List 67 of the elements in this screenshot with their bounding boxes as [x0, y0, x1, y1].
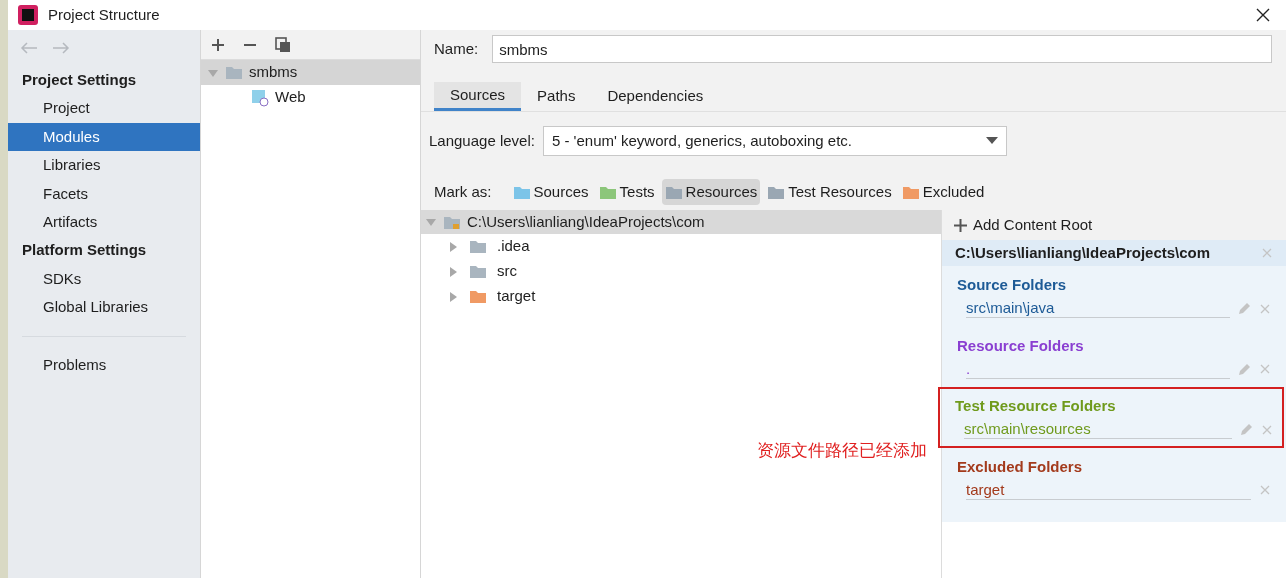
module-name: smbms	[249, 62, 298, 83]
folder-group-title: Resource Folders	[957, 335, 1085, 356]
copy-icon[interactable]	[275, 36, 291, 53]
sidebar-item[interactable]: SDKs	[8, 264, 200, 293]
root-row[interactable]: C:\Users\lianliang\IdeaProjects\com	[421, 210, 941, 234]
mark-as-button[interactable]: Test Resources	[764, 179, 895, 205]
remove-root-icon[interactable]	[1261, 247, 1273, 259]
facet-row[interactable]: Web	[201, 85, 420, 110]
expand-caret-icon[interactable]	[425, 216, 437, 228]
remove-folder-icon[interactable]	[1259, 484, 1271, 496]
root-folder-icon	[443, 214, 461, 230]
sidebar-item[interactable]: Project	[8, 94, 200, 123]
plus-icon	[954, 218, 967, 232]
folder-path: target	[966, 480, 1251, 500]
remove-folder-icon[interactable]	[1261, 423, 1273, 436]
folder-group-title: Source Folders	[957, 275, 1068, 295]
add-icon[interactable]	[211, 37, 225, 52]
mark-as-button[interactable]: Resources	[661, 179, 761, 205]
mark-as-label: Mark as:	[434, 181, 492, 202]
folder-group-title: Test Resource Folders	[955, 396, 1117, 416]
web-facet-icon	[251, 88, 269, 107]
app-logo-icon	[18, 5, 38, 25]
folder-group-title: Excluded Folders	[957, 456, 1084, 477]
remove-folder-icon[interactable]	[1259, 363, 1271, 375]
folder-name: target	[497, 286, 536, 307]
add-content-root-button[interactable]: Add Content Root	[942, 210, 1286, 240]
language-level-dropdown[interactable]: 5 - 'enum' keyword, generics, autoboxing etc.	[542, 126, 1007, 156]
pencil-icon[interactable]	[1240, 423, 1253, 436]
folder-path: src\main\java	[966, 299, 1230, 318]
folder-name: .idea	[497, 236, 530, 257]
mark-as-button[interactable]: Tests	[595, 179, 658, 205]
sidebar-item[interactable]: Facets	[8, 179, 200, 208]
tab[interactable]: Sources	[434, 82, 522, 111]
collapse-caret-icon[interactable]	[447, 265, 459, 278]
tab[interactable]: Paths	[521, 82, 592, 111]
folder-path: src\main\resources	[964, 420, 1232, 439]
annotation-text: 资源文件路径已经添加	[757, 440, 927, 462]
sidebar-item[interactable]: Libraries	[8, 151, 200, 180]
collapse-caret-icon[interactable]	[447, 240, 459, 253]
root-path: C:\Users\lianliang\IdeaProjects\com	[467, 211, 705, 232]
section-header: Platform Settings	[21, 240, 148, 261]
mark-as-button[interactable]: Sources	[509, 179, 592, 205]
facet-name: Web	[275, 87, 306, 108]
remove-folder-icon[interactable]	[1259, 302, 1271, 315]
content-root-path: C:\Users\lianliang\IdeaProjects\com	[955, 242, 1211, 263]
sidebar-item[interactable]: Problems	[8, 350, 200, 379]
folder-path: .	[966, 359, 1230, 379]
sidebar-item[interactable]: Artifacts	[8, 208, 200, 237]
mark-as-button[interactable]: Excluded	[898, 179, 988, 205]
module-folder-icon	[225, 65, 243, 80]
name-label: Name:	[434, 38, 479, 59]
forward-arrow-icon[interactable]	[52, 42, 70, 54]
collapse-caret-icon[interactable]	[447, 290, 459, 303]
sidebar-item[interactable]: Global Libraries	[8, 293, 200, 322]
pencil-icon[interactable]	[1238, 302, 1251, 315]
section-header: Project Settings	[21, 69, 138, 90]
sidebar-item[interactable]: Modules	[8, 122, 200, 151]
pencil-icon[interactable]	[1238, 362, 1251, 376]
tab[interactable]: Dependencies	[591, 82, 720, 111]
close-icon[interactable]	[1256, 8, 1270, 22]
dropdown-caret-icon	[985, 137, 998, 145]
name-input[interactable]: smbms	[492, 35, 1272, 63]
back-arrow-icon[interactable]	[20, 42, 38, 54]
folder-name: src	[497, 261, 517, 282]
window-title: Project Structure	[48, 4, 160, 25]
language-level-label: Language level:	[429, 130, 535, 151]
module-row[interactable]: smbms	[201, 60, 420, 85]
